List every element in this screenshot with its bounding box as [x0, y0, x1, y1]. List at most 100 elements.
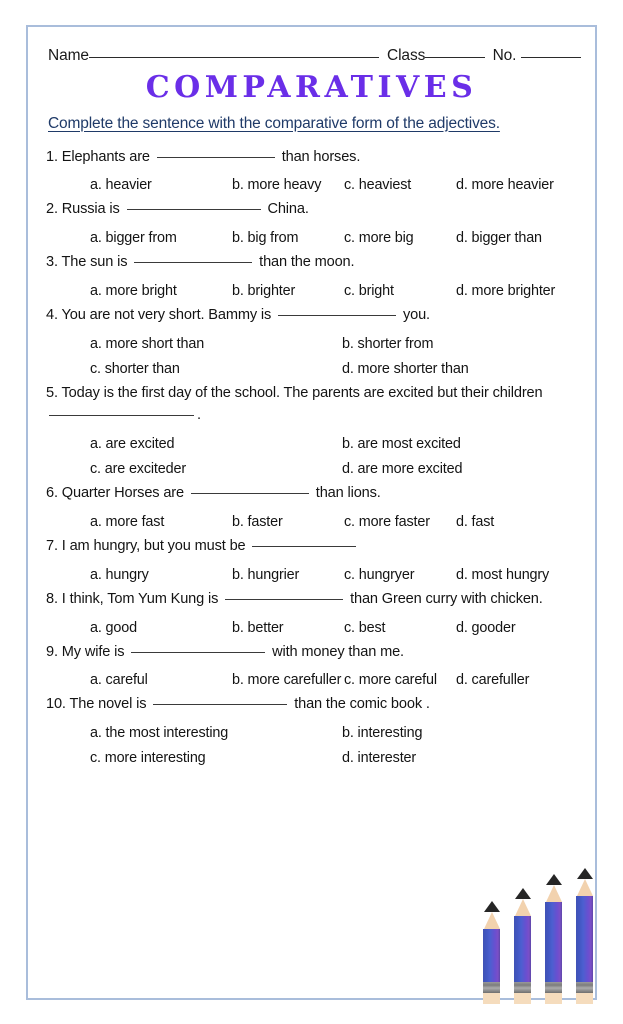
pencil-eraser	[576, 993, 593, 1004]
option-a[interactable]: a. bigger from	[90, 230, 232, 246]
option-d[interactable]: d. more heavier	[456, 177, 554, 193]
option-b[interactable]: b. brighter	[232, 283, 344, 299]
option-row: a. bigger from b. big from c. more big d…	[46, 221, 581, 246]
question-stem: 6. Quarter Horses are than lions.	[46, 477, 581, 505]
option-c[interactable]: c. best	[344, 620, 456, 636]
question-10: 10. The novel is than the comic book . a…	[46, 688, 581, 766]
answer-blank[interactable]	[225, 598, 344, 600]
option-c[interactable]: c. are exciteder	[90, 461, 342, 477]
question-stem: 2. Russia is China.	[46, 193, 581, 221]
option-b[interactable]: b. shorter from	[342, 336, 433, 352]
option-d[interactable]: d. are more excited	[342, 461, 462, 477]
question-number: 10.	[46, 696, 66, 713]
option-d[interactable]: d. fast	[456, 514, 494, 530]
question-number: 4.	[46, 307, 58, 324]
no-input-line[interactable]	[521, 57, 581, 58]
question-stem: 10. The novel is than the comic book .	[46, 688, 581, 716]
pencil-wood	[576, 879, 593, 896]
question-stem: 9. My wife is with money than me.	[46, 636, 581, 664]
option-d[interactable]: d. gooder	[456, 620, 516, 636]
option-c[interactable]: c. more faster	[344, 514, 456, 530]
pencil-wood	[483, 912, 500, 929]
option-d[interactable]: d. bigger than	[456, 230, 542, 246]
answer-blank[interactable]	[156, 156, 275, 158]
question-6: 6. Quarter Horses are than lions. a. mor…	[46, 477, 581, 530]
option-d[interactable]: d. interester	[342, 750, 416, 766]
pencil-4-icon	[576, 868, 593, 1004]
option-c[interactable]: c. shorter than	[90, 361, 342, 377]
pencil-ferrule	[514, 982, 531, 993]
answer-blank[interactable]	[190, 492, 309, 494]
stem-after: with money than me.	[272, 643, 404, 660]
option-d[interactable]: d. most hungry	[456, 567, 549, 583]
option-b[interactable]: b. are most excited	[342, 436, 461, 452]
question-stem: 7. I am hungry, but you must be	[46, 530, 581, 558]
answer-blank[interactable]	[134, 262, 253, 264]
option-a[interactable]: a. more short than	[90, 336, 342, 352]
option-b[interactable]: b. faster	[232, 514, 344, 530]
option-a[interactable]: a. heavier	[90, 177, 232, 193]
option-b[interactable]: b. more heavy	[232, 177, 344, 193]
pencil-graphite-tip	[483, 901, 500, 912]
stem-before: I am hungry, but you must be	[61, 537, 246, 554]
stem-before: You are not very short. Bammy is	[61, 307, 272, 324]
option-c[interactable]: c. more careful	[344, 672, 456, 688]
pencil-1-icon	[483, 901, 500, 1004]
question-1: 1. Elephants are than horses. a. heavier…	[46, 141, 581, 194]
class-label: Class	[387, 47, 426, 64]
stem-before: The sun is	[61, 254, 128, 271]
option-a[interactable]: a. more bright	[90, 283, 232, 299]
answer-blank[interactable]	[126, 209, 261, 211]
option-b[interactable]: b. better	[232, 620, 344, 636]
answer-blank[interactable]	[278, 315, 397, 317]
option-row: a. good b. better c. best d. gooder	[46, 611, 581, 636]
pencil-eraser	[514, 993, 531, 1004]
option-c[interactable]: c. more interesting	[90, 750, 342, 766]
answer-blank[interactable]	[49, 414, 194, 416]
pencil-ferrule	[576, 982, 593, 993]
option-a[interactable]: a. the most interesting	[90, 725, 342, 741]
option-a[interactable]: a. hungry	[90, 567, 232, 583]
option-d[interactable]: d. more brighter	[456, 283, 555, 299]
stem-after: you.	[402, 307, 430, 324]
pencils-illustration	[483, 868, 611, 1004]
question-9: 9. My wife is with money than me. a. car…	[46, 636, 581, 689]
option-a[interactable]: a. more fast	[90, 514, 232, 530]
option-c[interactable]: c. more big	[344, 230, 456, 246]
option-b[interactable]: b. interesting	[342, 725, 422, 741]
stem-after: than the comic book .	[294, 696, 430, 713]
stem-before: The novel is	[69, 696, 147, 713]
question-list: 1. Elephants are than horses. a. heavier…	[42, 141, 581, 767]
pencil-graphite-tip	[545, 874, 562, 885]
option-row: a. the most interesting b. interesting	[46, 716, 581, 741]
question-stem: 8. I think, Tom Yum Kung is than Green c…	[46, 583, 581, 611]
option-a[interactable]: a. are excited	[90, 436, 342, 452]
pencil-ferrule	[483, 982, 500, 993]
option-b[interactable]: b. hungrier	[232, 567, 344, 583]
question-5: 5. Today is the first day of the school.…	[46, 377, 581, 477]
class-input-line[interactable]	[425, 57, 485, 58]
answer-blank[interactable]	[252, 545, 357, 547]
question-4: 4. You are not very short. Bammy is you.…	[46, 299, 581, 377]
option-d[interactable]: d. more shorter than	[342, 361, 469, 377]
option-c[interactable]: c. hungryer	[344, 567, 456, 583]
answer-blank[interactable]	[153, 704, 288, 706]
pencil-barrel	[545, 902, 562, 982]
option-a[interactable]: a. careful	[90, 672, 232, 688]
option-b[interactable]: b. more carefuller	[232, 672, 344, 688]
option-row: a. more fast b. faster c. more faster d.…	[46, 505, 581, 530]
question-number: 9.	[46, 643, 58, 660]
option-a[interactable]: a. good	[90, 620, 232, 636]
option-row: c. more interesting d. interester	[46, 741, 581, 766]
name-input-line[interactable]	[88, 57, 380, 58]
option-c[interactable]: c. heaviest	[344, 177, 456, 193]
option-row: c. are exciteder d. are more excited	[46, 452, 581, 477]
option-b[interactable]: b. big from	[232, 230, 344, 246]
option-c[interactable]: c. bright	[344, 283, 456, 299]
stem-before: Today is the first day of the school. Th…	[61, 385, 543, 402]
stem-before: Elephants are	[61, 148, 150, 165]
question-stem: 4. You are not very short. Bammy is you.	[46, 299, 581, 327]
option-d[interactable]: d. carefuller	[456, 672, 529, 688]
answer-blank[interactable]	[131, 651, 266, 653]
student-info-row: Name Class No.	[48, 47, 581, 65]
